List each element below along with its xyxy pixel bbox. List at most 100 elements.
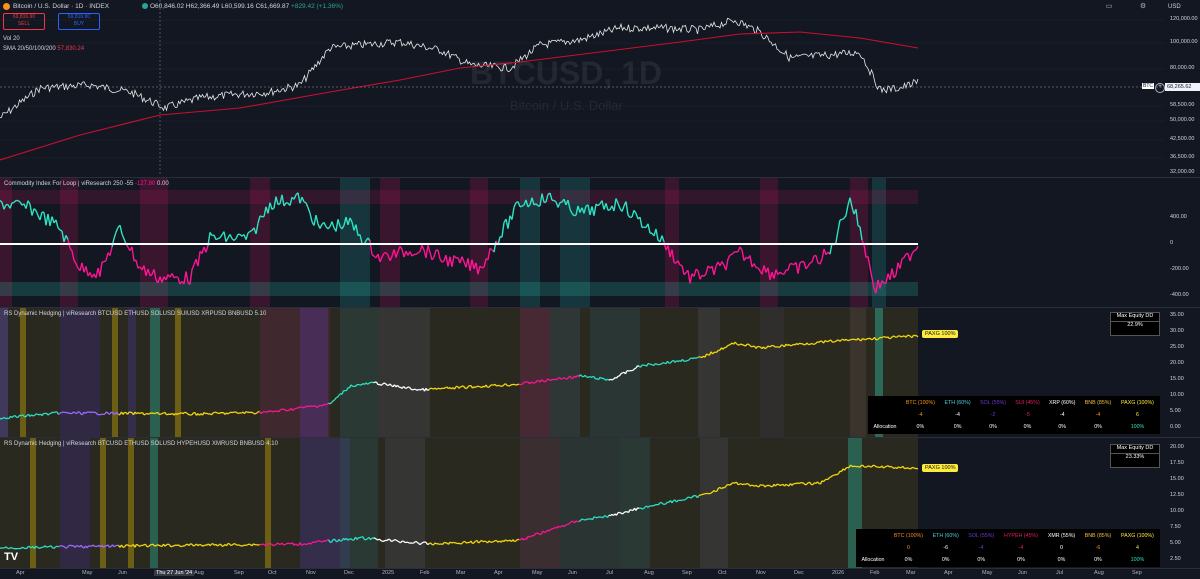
rs1-tick: 10.00 — [1170, 392, 1200, 398]
osc-segment — [606, 203, 608, 210]
equity-segment — [320, 541, 322, 542]
equity-segment — [467, 542, 469, 543]
osc-segment — [806, 266, 808, 268]
buy-button[interactable]: 69,816.90 BUY — [58, 13, 100, 30]
rs-hedging-pane-2[interactable]: RS Dynamic Hedging | viResearch BTCUSD E… — [0, 437, 1200, 568]
osc-segment — [328, 227, 330, 229]
allocation-band — [850, 308, 866, 437]
equity-segment — [564, 378, 566, 379]
rs2-title: RS Dynamic Hedging | viResearch BTCUSD E… — [4, 441, 265, 447]
osc-segment — [810, 262, 812, 263]
osc-segment — [230, 234, 232, 238]
rs2-label[interactable]: RS Dynamic Hedging | viResearch BTCUSD E… — [4, 441, 278, 447]
market-status-dot — [142, 3, 148, 9]
sell-button[interactable]: 69,816.90 SELL — [3, 13, 45, 30]
add-alert-icon[interactable]: + — [1155, 83, 1165, 93]
table-cell: -4 — [902, 410, 939, 420]
sma-label: SMA 20/50/100/200 — [3, 46, 56, 52]
table-cell: 0% — [1044, 555, 1079, 565]
table-cell: XRP (60%) — [1045, 398, 1079, 408]
equity-segment — [582, 519, 584, 520]
rs2-tick: 15.00 — [1170, 476, 1200, 482]
ohlc-close: C61,669.87 — [256, 3, 290, 10]
osc-segment — [694, 269, 696, 276]
rs2-tick: 7.50 — [1170, 524, 1200, 530]
equity-segment — [461, 386, 463, 387]
sell-price: 69,816.90 — [4, 14, 44, 21]
equity-segment — [815, 343, 817, 344]
equity-segment — [228, 413, 230, 414]
allocation-band — [112, 308, 118, 437]
time-axis-label: May — [982, 570, 992, 576]
equity-segment — [231, 545, 233, 546]
allocation-band — [520, 438, 560, 568]
currency-label[interactable]: USD — [1168, 4, 1181, 10]
equity-segment — [711, 492, 713, 493]
allocation-band — [550, 308, 580, 437]
equity-segment — [38, 547, 40, 548]
osc-segment — [868, 256, 870, 267]
osc-segment — [370, 241, 372, 255]
osc-segment — [224, 232, 226, 242]
sma-value: 57,830.24 — [57, 46, 84, 52]
osc-segment — [734, 252, 736, 253]
osc-segment — [750, 255, 752, 267]
volume-indicator-label[interactable]: Vol 20 — [3, 36, 20, 42]
equity-segment — [515, 541, 517, 542]
time-axis-label: 2026 — [832, 570, 844, 576]
table-cell: BNB (85%) — [1081, 531, 1115, 541]
allocation-band — [760, 308, 784, 437]
equity-segment — [393, 540, 395, 541]
rs1-tick: 5.00 — [1170, 408, 1200, 414]
osc-segment — [636, 213, 638, 219]
table-cell: 0% — [1012, 422, 1044, 432]
osc-tick: -400.00 — [1170, 292, 1200, 298]
equity-segment — [905, 468, 907, 469]
sma-indicator-label[interactable]: SMA 20/50/100/200 57,830.24 — [3, 46, 84, 52]
equity-segment — [299, 407, 301, 408]
oscillator-pane[interactable]: Commodity Index For Loop | viResearch 25… — [0, 177, 1200, 307]
osc-segment — [846, 205, 848, 215]
equity-segment — [696, 358, 698, 359]
settings-icon[interactable]: ⚙ — [1138, 2, 1148, 12]
equity-segment — [519, 384, 521, 385]
equity-segment — [558, 526, 560, 527]
table-cell: 100% — [1117, 422, 1158, 432]
price-pane[interactable]: BTCUSD, 1D Bitcoin / U.S. Dollar — [0, 0, 1165, 176]
osc-segment — [116, 227, 118, 232]
lock-icon[interactable]: ▭ — [1104, 2, 1114, 12]
equity-segment — [761, 485, 763, 486]
time-axis-label: Sep — [1132, 570, 1142, 576]
osc-segment — [86, 266, 88, 276]
time-axis[interactable]: AprMayJunThu 27 Jun '24AugSepOctNovDec20… — [0, 568, 1200, 579]
osc-segment — [122, 234, 124, 239]
equity-segment — [284, 409, 286, 410]
equity-segment — [191, 544, 193, 545]
rs2-score-table: BTC (100%) ETH (60%) SOL (55%) HYPEH (45… — [856, 529, 1160, 567]
equity-segment — [417, 390, 419, 391]
rs-hedging-pane-1[interactable]: RS Dynamic Hedging | viResearch BTCUSD E… — [0, 307, 1200, 437]
equity-segment — [776, 347, 778, 348]
osc-segment — [896, 263, 898, 275]
rs1-label[interactable]: RS Dynamic Hedging | viResearch BTCUSD E… — [4, 311, 266, 317]
equity-segment — [879, 337, 881, 338]
allocation-band — [300, 308, 328, 437]
equity-segment — [369, 383, 371, 384]
equity-segment — [29, 546, 31, 547]
equity-segment — [140, 413, 142, 414]
equity-segment — [144, 414, 146, 415]
time-axis-label: Oct — [718, 570, 727, 576]
osc-segment — [434, 250, 436, 257]
equity-segment — [137, 544, 139, 545]
equity-segment — [849, 340, 851, 341]
rs1-tick: 25.00 — [1170, 344, 1200, 350]
time-axis-label: Thu 27 Jun '24 — [154, 570, 194, 576]
osc-segment — [744, 257, 746, 260]
equity-segment — [324, 404, 326, 405]
equity-segment — [909, 335, 911, 336]
oscillator-label[interactable]: Commodity Index For Loop | viResearch 25… — [4, 181, 169, 187]
equity-segment — [611, 379, 613, 380]
osc-segment — [378, 254, 380, 262]
chart-title[interactable]: Bitcoin / U.S. Dollar · 1D · INDEX — [13, 3, 109, 10]
allocation-band — [378, 308, 430, 437]
